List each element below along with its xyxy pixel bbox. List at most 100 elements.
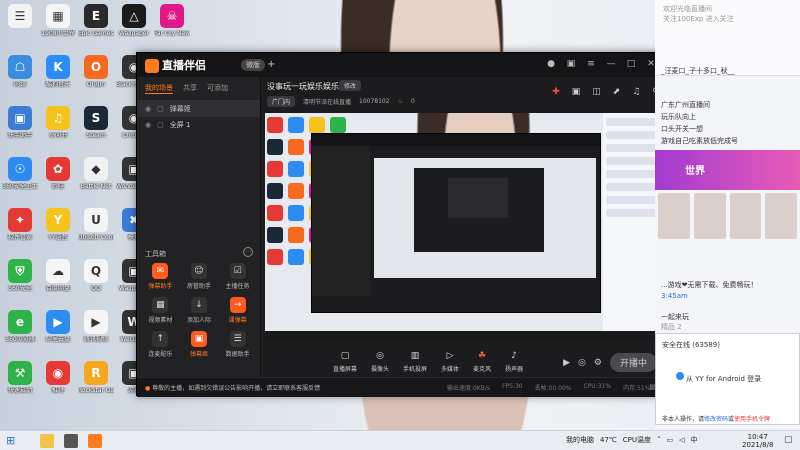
desktop-icon[interactable]: Y YY语音 xyxy=(40,208,76,241)
desktop-icon[interactable]: R Rockstar Games xyxy=(78,361,114,394)
toolbox-item[interactable]: ↑ 连麦配乐 xyxy=(141,331,180,358)
notification-icon[interactable]: ▢ xyxy=(784,435,796,447)
toolbox-item[interactable]: ☰ 数据助手 xyxy=(218,331,257,358)
change-password-link[interactable]: 修改密码 xyxy=(704,416,728,423)
desktop-icon[interactable]: E Epic Games Launcher xyxy=(78,4,114,37)
toolbox-item[interactable]: ☑ 主播任务 xyxy=(218,263,257,290)
bell-icon[interactable]: ♫ xyxy=(632,87,640,97)
tool-icon: ▣ xyxy=(190,331,207,347)
desktop-icon[interactable]: ▦ 1908小世界 xyxy=(40,4,76,37)
network-icon[interactable]: ▭ xyxy=(667,436,674,444)
gear-icon[interactable]: ⚙ xyxy=(594,358,602,368)
avatar-icon[interactable]: ● xyxy=(545,58,557,70)
my-computer-label[interactable]: 我的电脑 xyxy=(566,435,594,445)
start-live-button[interactable]: 开播中 xyxy=(609,353,657,372)
gift-icon[interactable]: ✚ xyxy=(552,87,560,97)
desktop-icon[interactable]: ✦ 软件管家 xyxy=(2,208,38,241)
maximize-icon[interactable]: □ xyxy=(625,58,637,70)
desktop-icon-label: 1908小世界 xyxy=(41,30,75,37)
yy-banner[interactable]: 世界 xyxy=(655,150,800,190)
desktop-icon[interactable]: ☠ Far Cry New Dawn xyxy=(154,4,190,37)
desktop-icon[interactable]: K 酷狗音乐 xyxy=(40,55,76,88)
source-button[interactable]: ☘ 麦克风 xyxy=(473,350,491,373)
desktop-icon[interactable]: △ Wallpaper xyxy=(116,4,152,37)
more-icon[interactable]: ⋯ xyxy=(243,247,253,257)
add-button[interactable]: + xyxy=(267,59,275,70)
desktop-icon[interactable]: O Origin xyxy=(78,55,114,88)
toolbox-item[interactable]: ▦ 视频素材 xyxy=(141,297,180,324)
toolbox-item[interactable]: ☺ 房管助手 xyxy=(180,263,219,290)
desktop-icon[interactable]: ✿ 妙哇 xyxy=(40,157,76,190)
toolbox-item[interactable]: ↓ 添加人际 xyxy=(180,297,219,324)
category-pill[interactable]: 广门内 xyxy=(267,96,296,107)
desktop-icon-label: Steam xyxy=(86,132,106,139)
source-button[interactable]: ♪ 扬声器 xyxy=(505,350,523,373)
scene-item[interactable]: ◉ ▢ 全屏 1 xyxy=(137,117,260,133)
lock-icon[interactable]: ▢ xyxy=(157,121,164,129)
source-label: 手机投屏 xyxy=(403,365,428,373)
toolbox-item[interactable]: → 课弹幕 xyxy=(218,297,257,324)
chevron-up-icon[interactable]: ˄ xyxy=(657,436,661,444)
source-button[interactable]: ▷ 多媒体 xyxy=(441,350,459,373)
tab-addable[interactable]: 可添加 xyxy=(207,83,228,94)
source-label: 直播屏幕 xyxy=(333,365,358,373)
clock[interactable]: 10:47 2021/8/8 xyxy=(742,433,773,449)
file-explorer-icon[interactable] xyxy=(40,434,54,448)
desktop-icon[interactable]: ▶ 阿里云盘 xyxy=(40,310,76,343)
popup-footer-text: 非本人操作，请 xyxy=(662,416,705,423)
stream-preview[interactable] xyxy=(265,113,661,341)
tool-label: 房管助手 xyxy=(186,283,211,290)
desktop-icon-label: Rockstar Games xyxy=(78,387,114,394)
lock-icon[interactable]: ▣ xyxy=(572,87,581,97)
source-button[interactable]: ◎ 摄像头 xyxy=(371,350,389,373)
desktop-icon[interactable]: ☖ 网络 xyxy=(2,55,38,88)
room-title[interactable]: 没事玩一玩娱乐娱乐 xyxy=(267,81,339,92)
desktop-icon[interactable]: ☁ 百度网盘 xyxy=(40,259,76,292)
camera-icon[interactable]: ◫ xyxy=(592,87,601,97)
lock-icon[interactable]: ▢ xyxy=(157,105,164,113)
desktop-icon[interactable]: ◉ 推特 xyxy=(40,361,76,394)
desktop-icon-label: 软件管家 xyxy=(7,234,32,241)
skin-icon[interactable]: ▣ xyxy=(565,58,577,70)
desktop-icon[interactable]: ♫ 小问书 xyxy=(40,106,76,139)
eye-icon[interactable]: ◉ xyxy=(145,121,151,129)
scene-item[interactable]: ◉ ▢ 弹幕姬 xyxy=(137,101,260,117)
desktop-icon[interactable]: ▶ 腾讯视频 xyxy=(78,310,114,343)
yy-line: 游戏自己吃素放低完成号 xyxy=(661,137,738,145)
minimize-icon[interactable]: — xyxy=(605,58,617,70)
counter-strike-icon[interactable] xyxy=(64,434,78,448)
volume-icon[interactable]: ◁ xyxy=(679,436,684,444)
desktop-icon[interactable]: ▣ 快手助手 xyxy=(2,106,38,139)
preview-app-icon xyxy=(330,117,346,133)
yy-user-name[interactable]: _汪麦口_子十多口_秋__ xyxy=(661,66,735,76)
ime-indicator[interactable]: 中 xyxy=(691,435,698,445)
menu-icon[interactable]: ≡ xyxy=(585,58,597,70)
desktop-icon[interactable]: e 360浏览器 xyxy=(2,310,38,343)
source-button[interactable]: ▥ 手机投屏 xyxy=(403,350,427,373)
desktop-icon[interactable]: ⚒ 快速启动 xyxy=(2,361,38,394)
settings-ring-icon[interactable]: ◎ xyxy=(578,358,586,368)
tab-my-scenes[interactable]: 我的场景 xyxy=(145,83,173,94)
preview-app-icon xyxy=(267,249,283,265)
phone-token-link[interactable]: 使用手机令牌 xyxy=(734,416,770,423)
windows-start-icon[interactable]: ⊞ xyxy=(6,435,18,447)
live-companion-icon[interactable] xyxy=(88,434,102,448)
desktop-icon[interactable]: S Steam xyxy=(78,106,114,139)
eye-icon[interactable]: ◉ xyxy=(145,105,151,113)
desktop-icon[interactable]: Q QQ xyxy=(78,259,114,292)
app-icon: ⚒ xyxy=(8,361,32,385)
toolbox-item[interactable]: ✉ 弹幕助手 xyxy=(141,263,180,290)
record-icon[interactable]: ▶ xyxy=(563,358,570,368)
desktop-icon-label: 腾讯视频 xyxy=(83,336,108,343)
desktop-icon[interactable]: ⛨ 360安全 xyxy=(2,259,38,292)
version-badge[interactable]: 微版 xyxy=(241,59,265,71)
source-button[interactable]: ▢ 直播屏幕 xyxy=(333,350,357,373)
desktop-icon[interactable]: ◆ Battle Net xyxy=(78,157,114,190)
tab-shared[interactable]: 共享 xyxy=(183,83,197,94)
share-icon[interactable]: ⬈ xyxy=(613,87,621,97)
desktop-icon[interactable]: ☉ 360安全卫士 xyxy=(2,157,38,190)
desktop-icon[interactable]: U Ubisoft Connect xyxy=(78,208,114,241)
toolbox-item[interactable]: ▣ 弹幕姬 xyxy=(180,331,219,358)
desktop-icon[interactable]: ☰ xyxy=(2,4,38,30)
edit-title-button[interactable]: 修改 xyxy=(339,80,362,91)
